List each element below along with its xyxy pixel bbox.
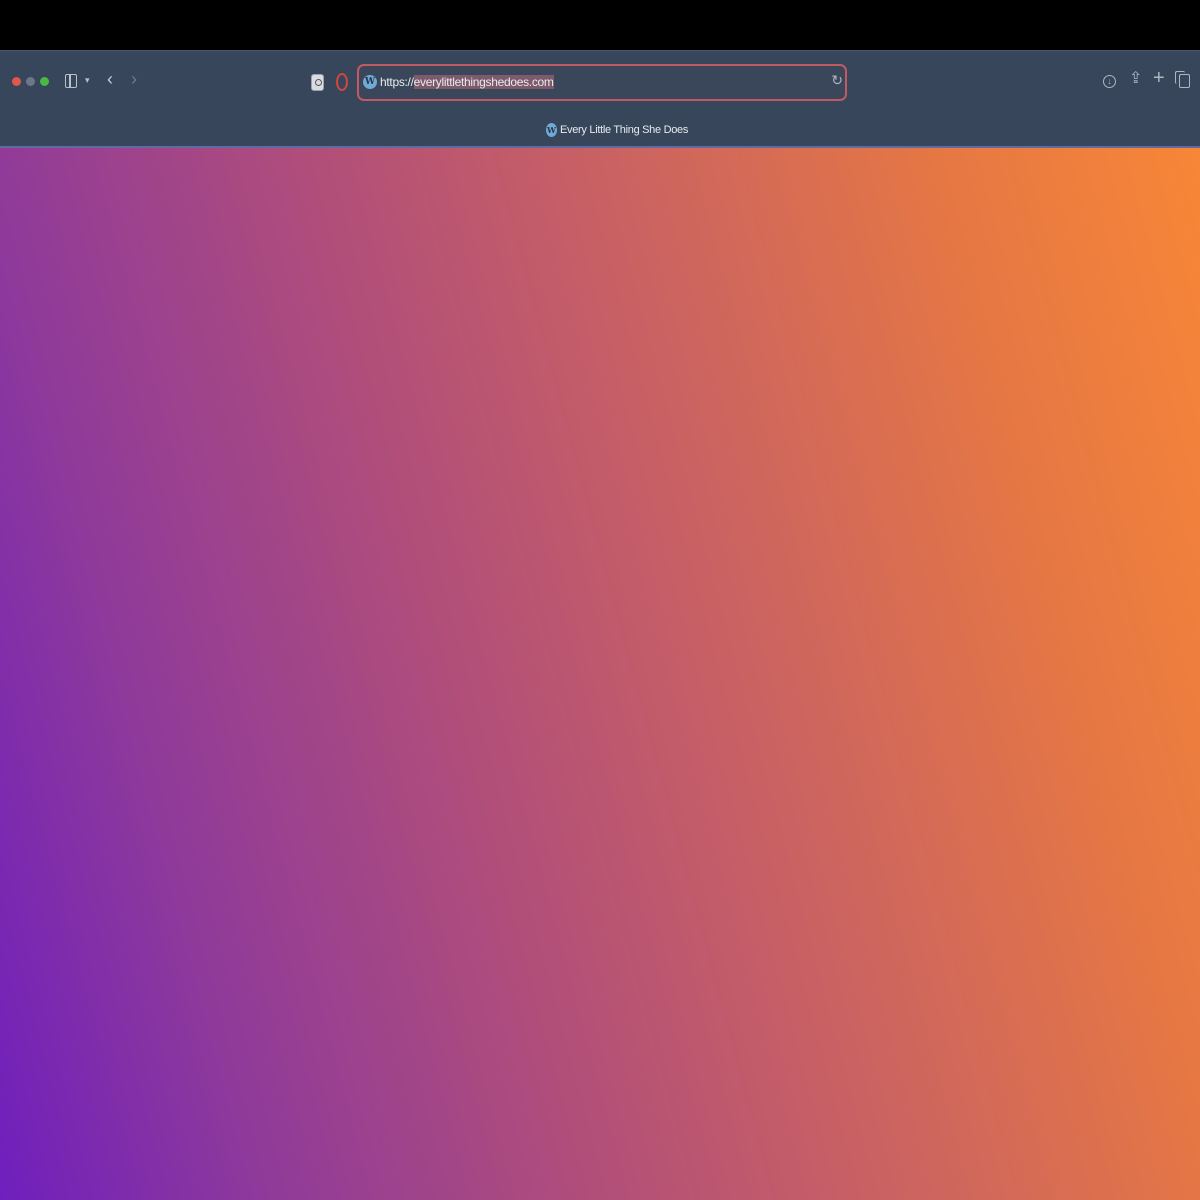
tab-bar: W Every Little Thing She Does bbox=[0, 112, 1200, 148]
wordpress-favicon-icon: W bbox=[546, 123, 557, 137]
download-icon[interactable]: ↓ bbox=[1103, 75, 1116, 88]
new-tab-icon[interactable]: + bbox=[1153, 67, 1165, 90]
back-icon[interactable]: ‹ bbox=[107, 69, 113, 90]
tab-active[interactable]: W Every Little Thing She Does bbox=[546, 122, 688, 138]
address-bar[interactable]: W https://everylittlethingshedoes.com ↻ bbox=[357, 64, 847, 101]
forward-icon[interactable]: › bbox=[131, 69, 137, 90]
page-content-gradient bbox=[0, 148, 1200, 1200]
url-prefix: https:// bbox=[380, 75, 414, 89]
url-selected-text: everylittlethingshedoes.com bbox=[413, 75, 554, 89]
wordpress-favicon-icon: W bbox=[363, 75, 377, 89]
window-top-strip bbox=[0, 0, 1200, 50]
opera-extension-icon[interactable] bbox=[336, 73, 348, 91]
sidebar-icon[interactable] bbox=[65, 74, 77, 88]
tab-title: Every Little Thing She Does bbox=[560, 124, 689, 136]
url-text[interactable]: https://everylittlethingshedoes.com bbox=[380, 75, 554, 89]
minimize-window-button[interactable] bbox=[26, 77, 35, 86]
close-window-button[interactable] bbox=[12, 77, 21, 86]
tab-overview-icon[interactable] bbox=[1175, 71, 1190, 88]
chevron-down-icon[interactable]: ▾ bbox=[85, 75, 90, 86]
extension-icon[interactable] bbox=[311, 74, 324, 91]
zoom-window-button[interactable] bbox=[40, 77, 49, 86]
share-icon[interactable]: ⇪ bbox=[1129, 68, 1142, 88]
browser-toolbar: ▾ ‹ › W https://everylittlethingshedoes.… bbox=[0, 50, 1200, 112]
reload-icon[interactable]: ↻ bbox=[831, 72, 843, 89]
